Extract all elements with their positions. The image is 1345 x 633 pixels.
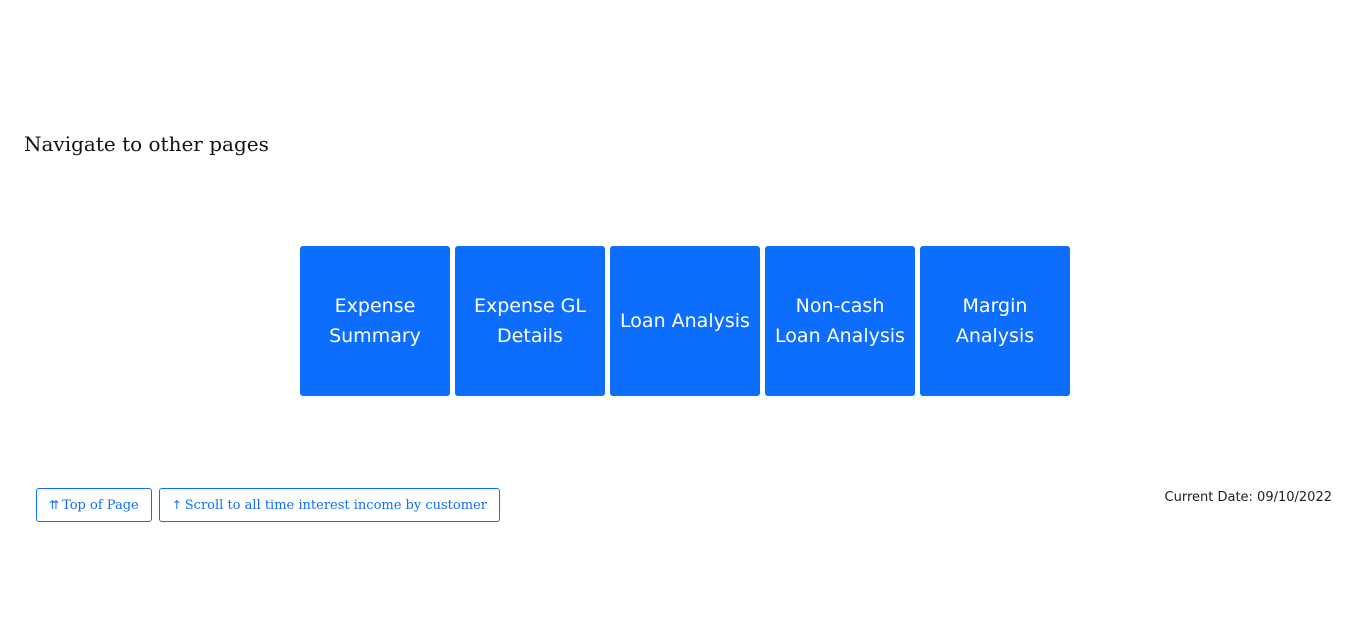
nav-tile-loan-analysis[interactable]: Loan Analysis: [610, 246, 760, 396]
section-heading: Navigate to other pages: [24, 132, 269, 156]
top-of-page-label: Top of Page: [62, 497, 139, 513]
nav-tile-label-line1: Loan Analysis: [620, 310, 750, 332]
nav-tile-margin-analysis[interactable]: Margin Analysis: [920, 246, 1070, 396]
nav-tile-label: Non-cash Loan Analysis: [775, 291, 905, 351]
nav-tile-label-line1: Margin: [962, 295, 1028, 317]
scroll-to-interest-income-button[interactable]: ↑ Scroll to all time interest income by …: [158, 488, 500, 522]
nav-tile-label-line2: Loan Analysis: [775, 325, 905, 347]
nav-tile-label-line1: Expense GL: [474, 295, 586, 317]
nav-tile-label-line1: Non-cash: [795, 295, 885, 317]
nav-tile-label: Margin Analysis: [956, 291, 1034, 351]
nav-tile-expense-summary[interactable]: Expense Summary: [300, 246, 450, 396]
top-of-page-button[interactable]: ⇈ Top of Page: [36, 488, 152, 522]
nav-tile-label-line2: Summary: [329, 325, 421, 347]
nav-tile-grid: Expense Summary Expense GL Details Loan …: [300, 246, 1070, 396]
footer-button-group: ⇈ Top of Page ↑ Scroll to all time inter…: [36, 488, 500, 522]
nav-tile-label-line2: Analysis: [955, 325, 1035, 347]
nav-tile-non-cash-loan-analysis[interactable]: Non-cash Loan Analysis: [765, 246, 915, 396]
nav-tile-label: Expense Summary: [329, 291, 421, 351]
nav-tile-label-line1: Expense: [334, 295, 416, 317]
nav-tile-expense-gl-details[interactable]: Expense GL Details: [455, 246, 605, 396]
current-date: Current Date: 09/10/2022: [1164, 490, 1332, 505]
double-up-arrow-icon: ⇈: [49, 498, 59, 512]
nav-tile-label: Loan Analysis: [620, 306, 750, 336]
scroll-to-interest-income-label: Scroll to all time interest income by cu…: [184, 497, 487, 513]
up-arrow-icon: ↑: [171, 498, 182, 512]
nav-tile-label: Expense GL Details: [474, 291, 586, 351]
nav-tile-label-line2: Details: [497, 325, 563, 347]
